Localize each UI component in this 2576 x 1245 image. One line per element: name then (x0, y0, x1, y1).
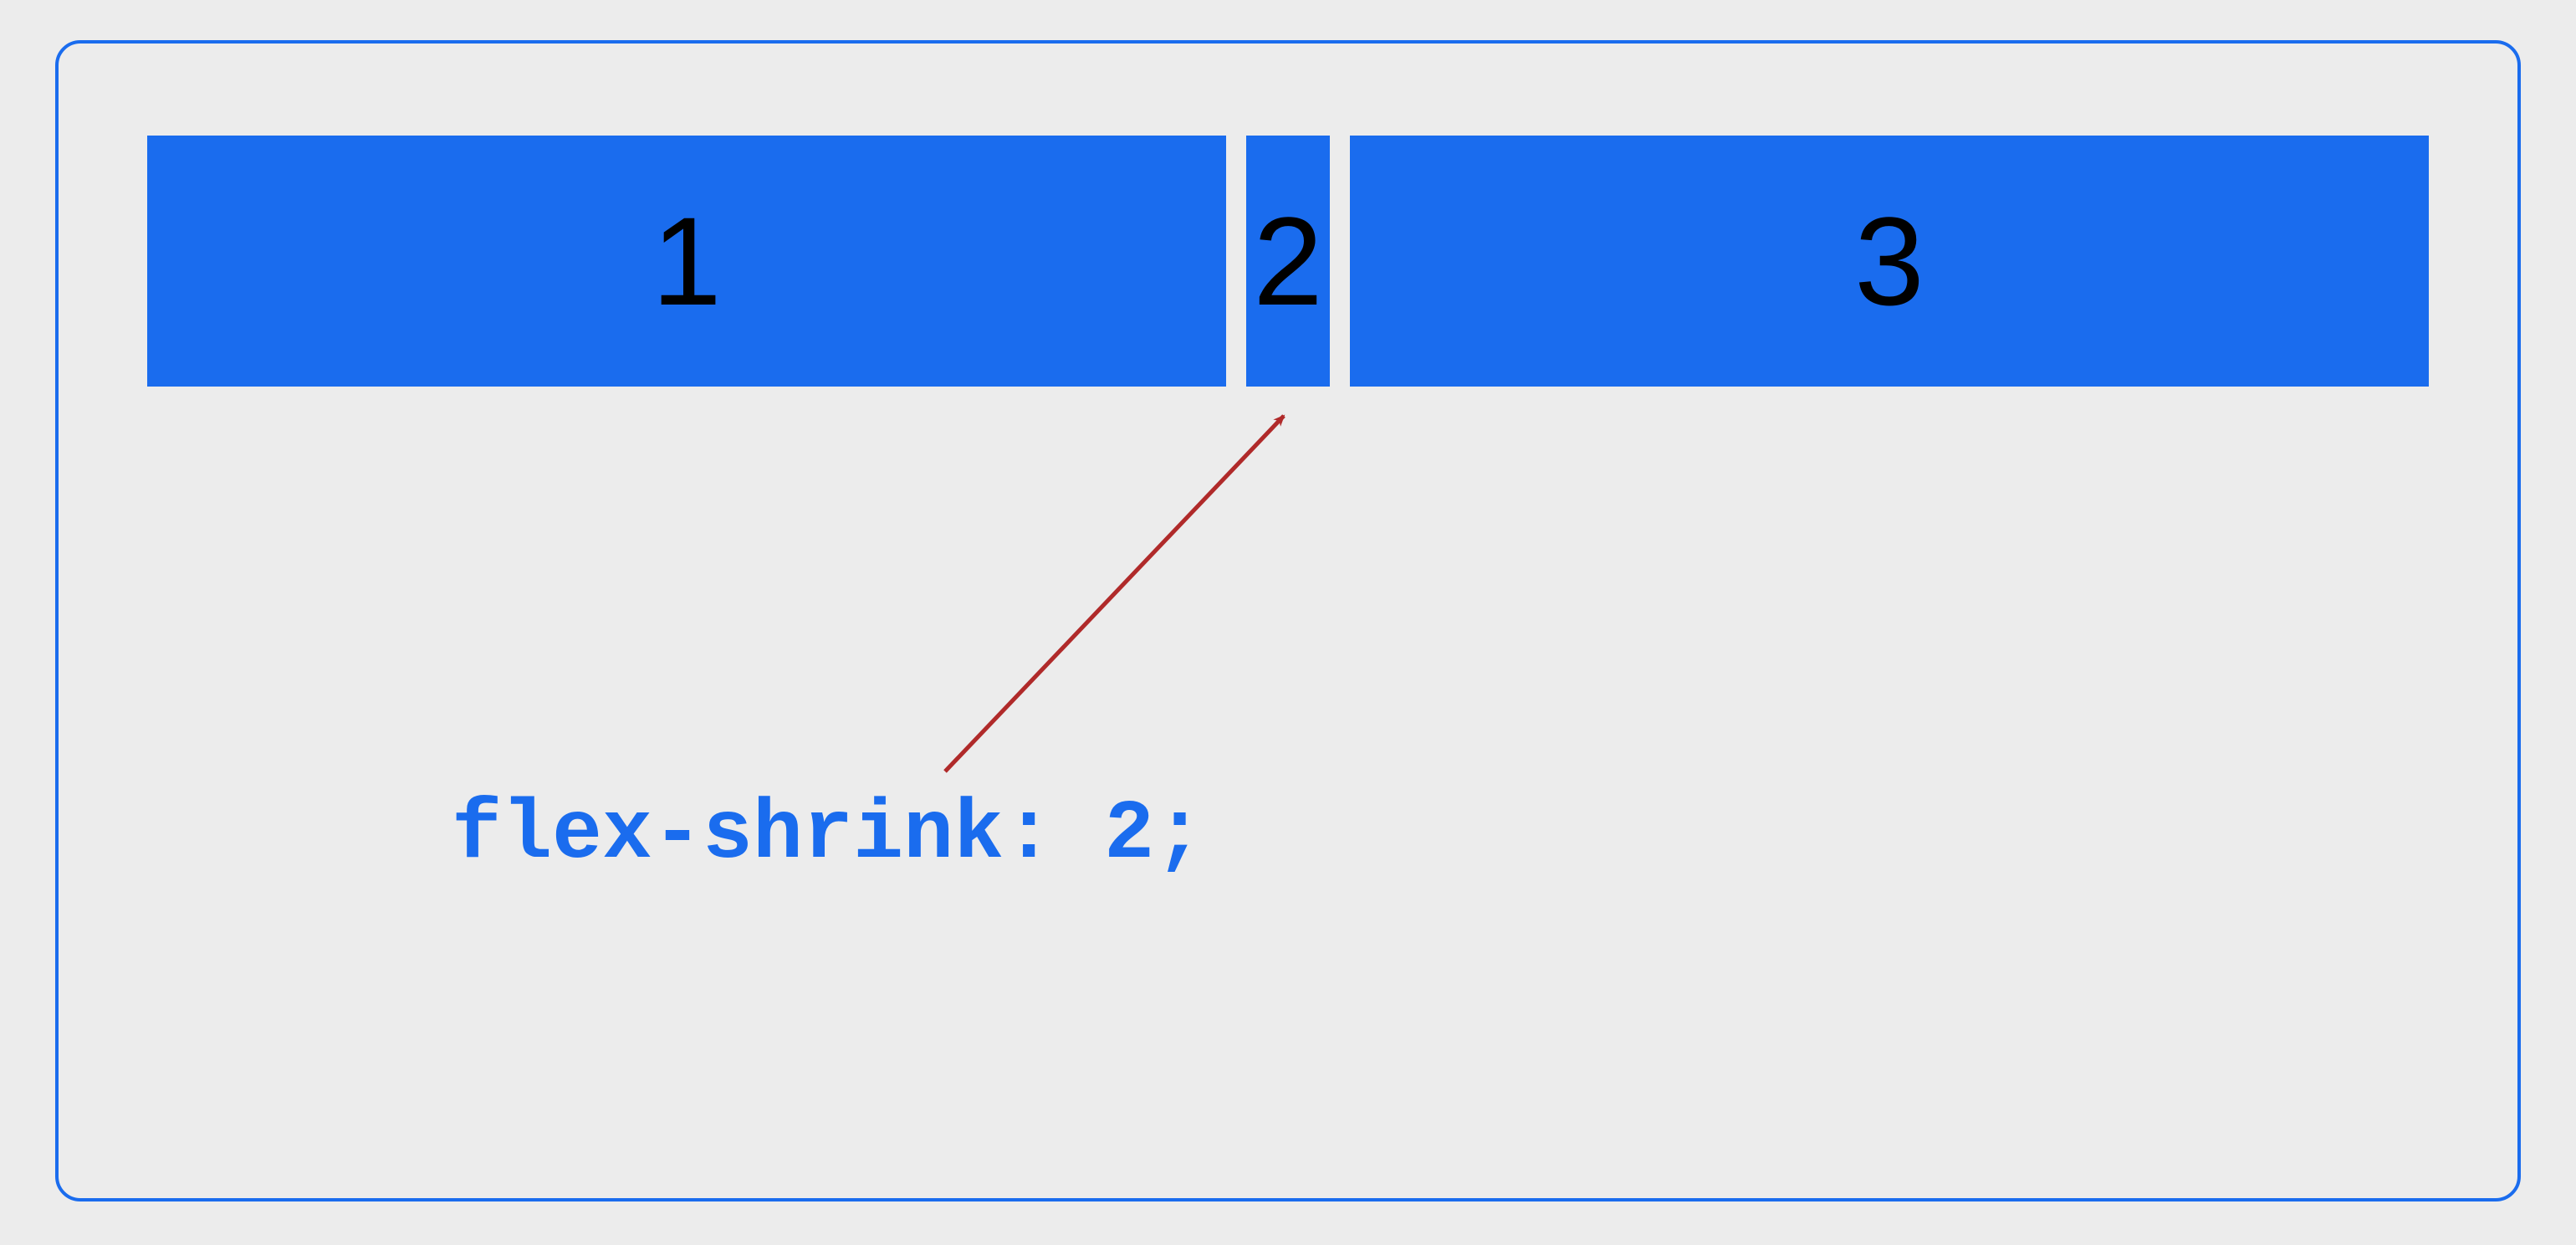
annotation-arrow-icon (828, 395, 1413, 813)
diagram-container: 1 2 3 flex-shrink: 2; (55, 40, 2521, 1201)
flex-item-1: 1 (147, 136, 1226, 387)
flex-item-2-label: 2 (1253, 189, 1322, 334)
flex-item-3: 3 (1350, 136, 2429, 387)
flex-item-3-label: 3 (1854, 189, 1924, 334)
annotation-text: flex-shrink: 2; (452, 788, 1204, 883)
flex-container: 1 2 3 (147, 136, 2429, 387)
flex-item-2: 2 (1246, 136, 1330, 387)
flex-item-1-label: 1 (652, 189, 721, 334)
